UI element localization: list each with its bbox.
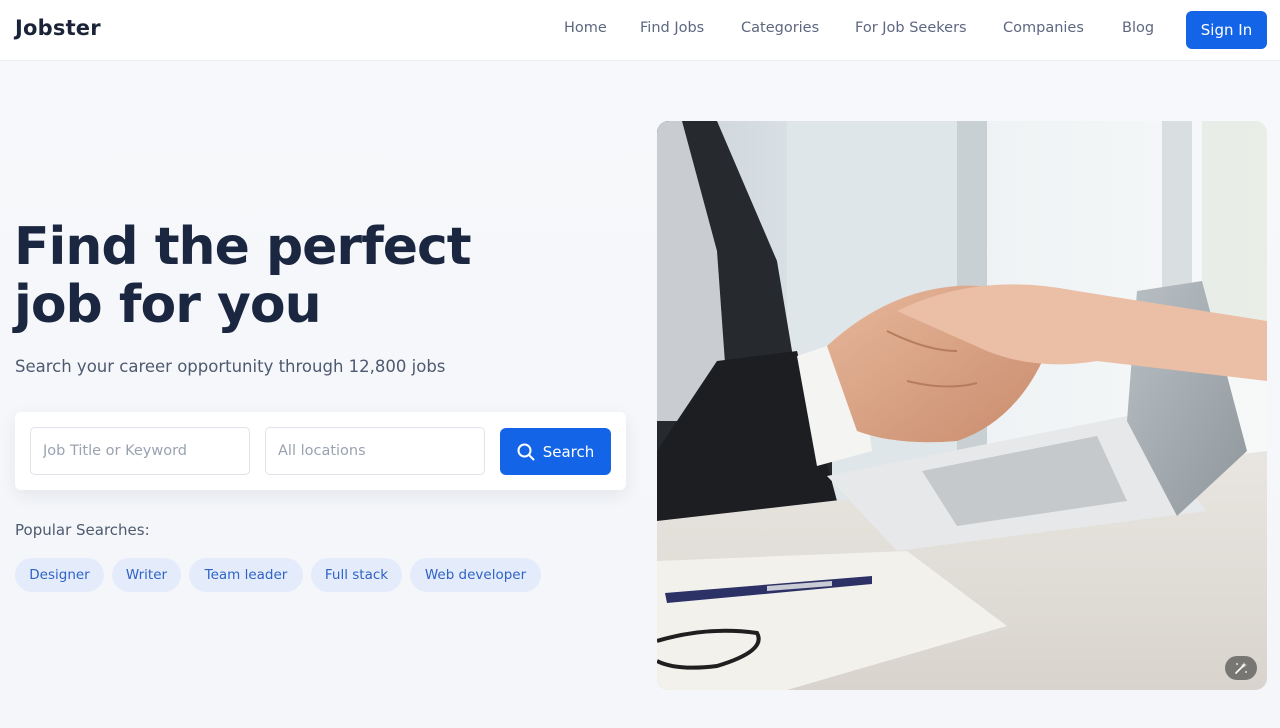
tag-web-developer[interactable]: Web developer [410, 558, 541, 592]
hero-title-line-1: Find the perfect [14, 217, 472, 277]
location-input[interactable] [265, 427, 485, 475]
search-button-label: Search [542, 442, 595, 461]
tag-team-leader[interactable]: Team leader [189, 558, 303, 592]
search-card: Search [15, 412, 626, 490]
logo[interactable]: Jobster [15, 16, 101, 40]
nav-for-job-seekers[interactable]: For Job Seekers [855, 20, 967, 36]
popular-searches-label: Popular Searches: [15, 521, 150, 539]
nav-find-jobs[interactable]: Find Jobs [640, 20, 704, 36]
nav-categories[interactable]: Categories [741, 20, 819, 36]
top-navbar: Jobster Home Find Jobs Categories For Jo… [0, 0, 1280, 61]
tag-designer[interactable]: Designer [15, 558, 104, 592]
hero-image-handshake [657, 121, 1267, 690]
handshake-illustration [657, 121, 1267, 690]
nav-blog[interactable]: Blog [1122, 20, 1154, 36]
magic-wand-icon [1234, 661, 1248, 675]
tag-full-stack[interactable]: Full stack [311, 558, 402, 592]
nav-home[interactable]: Home [564, 20, 607, 36]
image-zoom-button[interactable] [1225, 656, 1257, 680]
sign-in-button[interactable]: Sign In [1186, 11, 1267, 49]
search-icon [517, 443, 535, 461]
hero-subtitle: Search your career opportunity through 1… [15, 357, 446, 376]
keyword-input[interactable] [30, 427, 250, 475]
tag-writer[interactable]: Writer [112, 558, 181, 592]
hero-title-line-2: job for you [14, 275, 322, 335]
search-button[interactable]: Search [500, 428, 611, 475]
hero-title: Find the perfect job for you [14, 218, 534, 334]
nav-companies[interactable]: Companies [1003, 20, 1084, 36]
